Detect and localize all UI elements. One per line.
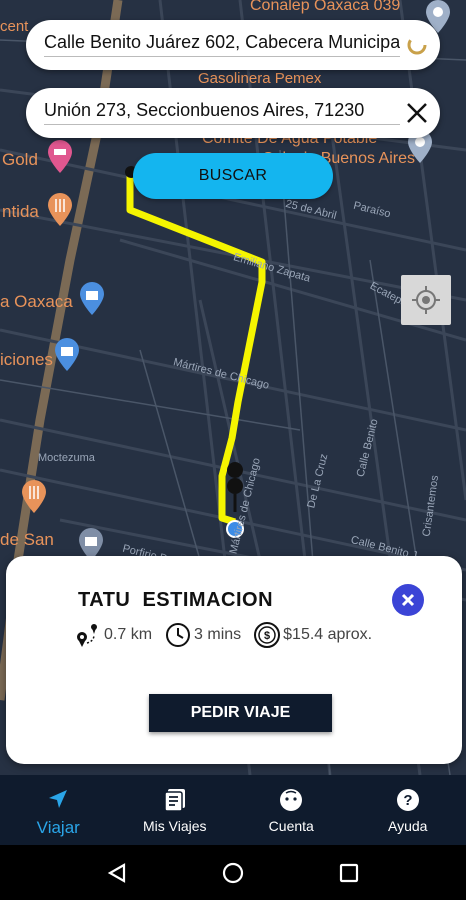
nav-label: Cuenta xyxy=(268,818,314,834)
poi-label: iciones xyxy=(0,350,53,369)
origin-address-field[interactable]: Calle Benito Juárez 602, Cabecera Munici… xyxy=(26,20,440,70)
estimate-title: TATU ESTIMACION xyxy=(78,589,274,611)
svg-text:$: $ xyxy=(264,630,270,642)
hotel-pin-icon[interactable] xyxy=(46,140,74,174)
time-value: 3 mins xyxy=(194,626,242,643)
nav-item-mis-viajes[interactable]: Mis Viajes xyxy=(117,775,234,845)
pedir-viaje-button[interactable]: PEDIR VIAJE xyxy=(149,694,332,732)
trips-list-icon xyxy=(164,789,185,812)
home-icon[interactable] xyxy=(222,862,244,884)
nav-label: Mis Viajes xyxy=(142,818,207,834)
back-icon[interactable] xyxy=(107,863,126,883)
restaurant-pin-icon[interactable] xyxy=(20,480,48,514)
svg-text:?: ? xyxy=(403,792,412,809)
poi-label: a Oaxaca xyxy=(0,292,73,311)
nav-item-viajar[interactable]: Viajar xyxy=(0,775,117,845)
system-buttons xyxy=(107,862,359,884)
distance-stat: 0.7 km xyxy=(74,621,152,649)
restaurant-pin-icon[interactable] xyxy=(46,193,74,227)
price-value: $15.4 aprox. xyxy=(283,626,373,643)
store-pin-icon[interactable] xyxy=(53,338,81,372)
street-label: Moctezuma xyxy=(38,452,95,464)
poi-label: de San xyxy=(0,530,54,549)
close-icon xyxy=(401,593,415,607)
help-icon: ? xyxy=(396,789,419,811)
price-stat: $ $15.4 aprox. xyxy=(253,621,372,649)
clear-icon[interactable] xyxy=(404,100,430,126)
my-location-button[interactable] xyxy=(401,275,451,325)
time-stat: 3 mins xyxy=(164,621,241,649)
destination-address-field[interactable]: Unión 273, Seccionbuenos Aires, 71230 xyxy=(26,88,440,138)
clock-icon xyxy=(166,623,191,647)
estimate-card: TATU ESTIMACION 0.7 km 3 mins $ $15.4 ap… xyxy=(6,556,462,764)
poi-label: Gasolinera Pemex xyxy=(198,70,322,87)
bottom-navigation: Viajar Mis Viajes Cuenta ? Ayuda xyxy=(0,775,466,845)
poi-label: ntida xyxy=(2,202,39,221)
crosshair-icon xyxy=(412,286,440,314)
distance-value: 0.7 km xyxy=(104,626,153,643)
nav-label: Viajar xyxy=(36,818,80,837)
origin-address-text[interactable]: Calle Benito Juárez 602, Cabecera Munici… xyxy=(44,32,400,57)
poi-label: Gold xyxy=(2,150,38,169)
system-navigation-bar xyxy=(0,845,466,900)
nav-label: Ayuda xyxy=(388,818,428,834)
close-estimate-button[interactable] xyxy=(392,584,424,616)
nav-item-cuenta[interactable]: Cuenta xyxy=(233,775,350,845)
poi-label: cent xyxy=(0,18,29,35)
buscar-button[interactable]: BUSCAR xyxy=(133,153,333,199)
destination-address-text[interactable]: Unión 273, Seccionbuenos Aires, 71230 xyxy=(44,100,400,125)
loading-spinner-icon xyxy=(407,35,427,55)
shopping-pin-icon[interactable] xyxy=(78,282,106,316)
route-distance-icon xyxy=(77,624,97,647)
recents-icon[interactable] xyxy=(339,863,359,883)
nav-item-ayuda[interactable]: ? Ayuda xyxy=(350,775,466,845)
account-face-icon xyxy=(280,789,303,811)
coin-dollar-icon: $ xyxy=(254,622,281,648)
navigation-arrow-icon xyxy=(49,790,68,808)
estimate-stats: 0.7 km 3 mins $ $15.4 aprox. xyxy=(74,620,384,650)
poi-label: Conalep Oaxaca 039 xyxy=(250,0,401,14)
